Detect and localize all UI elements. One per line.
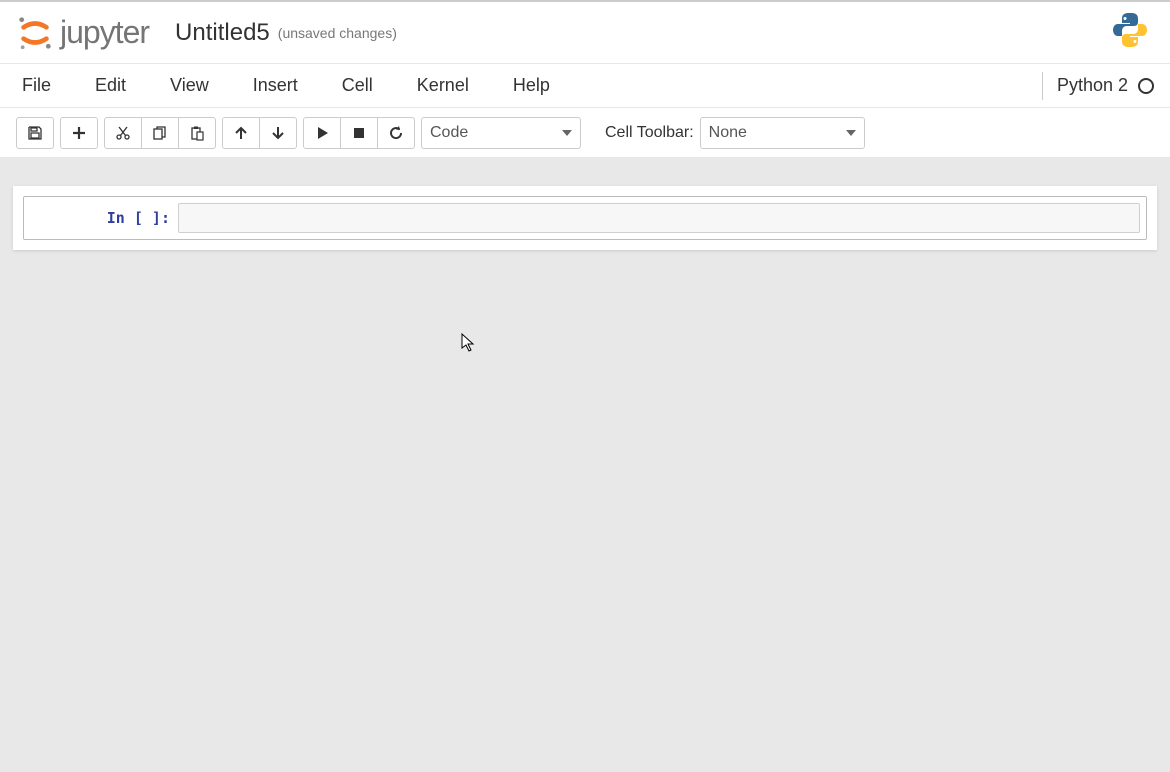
save-icon: [27, 125, 43, 141]
save-button[interactable]: [16, 117, 54, 149]
paste-icon: [189, 125, 205, 141]
menu-kernel[interactable]: Kernel: [395, 65, 491, 106]
menu-file[interactable]: File: [16, 65, 73, 106]
run-button[interactable]: [303, 117, 341, 149]
arrow-down-icon: [270, 125, 286, 141]
header: jupyter Untitled5 (unsaved changes): [0, 0, 1170, 64]
cell-toolbar-label: Cell Toolbar:: [605, 124, 694, 142]
jupyter-logo[interactable]: jupyter: [16, 14, 149, 52]
move-down-button[interactable]: [259, 117, 297, 149]
cell-type-select[interactable]: Code: [421, 117, 581, 149]
menu-help[interactable]: Help: [491, 65, 572, 106]
kernel-idle-icon: [1138, 78, 1154, 94]
kernel-name: Python 2: [1057, 75, 1128, 96]
arrow-up-icon: [233, 125, 249, 141]
cell-toolbar-select[interactable]: None: [700, 117, 865, 149]
save-status: (unsaved changes): [278, 25, 397, 41]
copy-icon: [152, 125, 168, 141]
kernel-indicator: Python 2: [1042, 72, 1154, 100]
stop-icon: [351, 125, 367, 141]
refresh-icon: [388, 125, 404, 141]
menu-cell[interactable]: Cell: [320, 65, 395, 106]
jupyter-icon: [16, 14, 54, 52]
cursor-icon: [461, 333, 477, 353]
notebook-container: In [ ]:: [13, 186, 1157, 250]
python-logo-icon: [1110, 10, 1150, 55]
jupyter-logo-text: jupyter: [60, 14, 149, 51]
paste-button[interactable]: [178, 117, 216, 149]
code-input[interactable]: [178, 203, 1140, 233]
scissors-icon: [115, 125, 131, 141]
menubar: File Edit View Insert Cell Kernel Help P…: [0, 64, 1170, 108]
menu-view[interactable]: View: [148, 65, 231, 106]
interrupt-button[interactable]: [340, 117, 378, 149]
move-up-button[interactable]: [222, 117, 260, 149]
menu-insert[interactable]: Insert: [231, 65, 320, 106]
insert-cell-button[interactable]: [60, 117, 98, 149]
code-cell[interactable]: In [ ]:: [23, 196, 1147, 240]
cut-button[interactable]: [104, 117, 142, 149]
input-prompt: In [ ]:: [30, 203, 178, 227]
copy-button[interactable]: [141, 117, 179, 149]
notebook-name[interactable]: Untitled5: [175, 19, 270, 47]
play-icon: [314, 125, 330, 141]
menu-edit[interactable]: Edit: [73, 65, 148, 106]
toolbar: Code Cell Toolbar: None: [0, 108, 1170, 158]
plus-icon: [71, 125, 87, 141]
restart-button[interactable]: [377, 117, 415, 149]
